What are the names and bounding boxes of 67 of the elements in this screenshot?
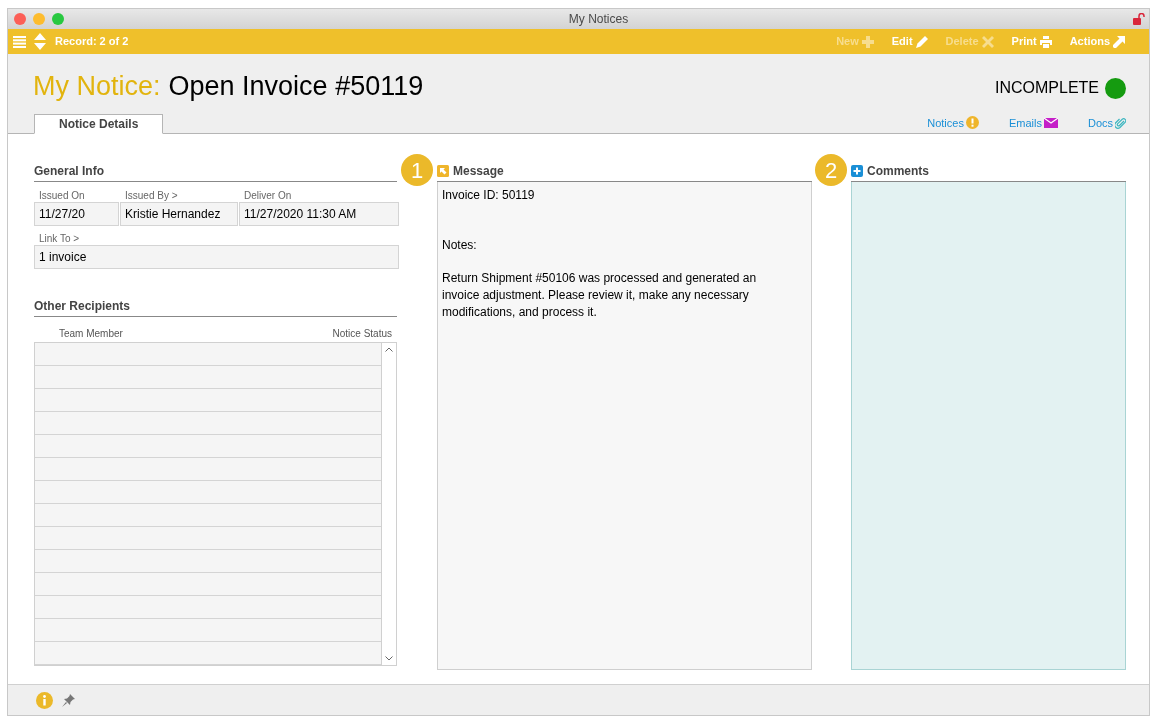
field-label: Deliver On	[243, 189, 293, 202]
input-field[interactable]: Kristie Hernandez	[120, 202, 238, 226]
section-heading: Comments	[867, 163, 929, 180]
printer-icon	[1039, 35, 1052, 48]
arrow-icon	[1113, 35, 1125, 48]
scroll-down-icon[interactable]	[385, 656, 393, 661]
message-text: Notes:	[442, 237, 478, 254]
info-icon[interactable]	[36, 691, 53, 709]
link[interactable]: Docs	[1087, 114, 1126, 131]
status-label: INCOMPLETE	[995, 78, 1099, 98]
toolbar-button[interactable]: Actions	[1069, 33, 1125, 50]
comments-box[interactable]	[851, 182, 1126, 670]
alert-icon	[965, 116, 979, 130]
table-row[interactable]	[35, 550, 381, 573]
scroll-up-icon[interactable]	[385, 347, 393, 352]
minimize-window-button[interactable]	[33, 13, 45, 25]
window-title: My Notices	[568, 11, 629, 28]
column-header: Team Member	[59, 327, 123, 341]
up-down-arrows-icon[interactable]	[34, 33, 46, 50]
plus-icon	[861, 35, 874, 48]
message-text: Return Shipment #50106 was processed and generated an invoice adjustment. Please review it, make any necessary modifications, and process it.	[442, 270, 758, 321]
table-row[interactable]	[35, 412, 381, 435]
table-row[interactable]	[35, 366, 381, 389]
section-heading: Other Recipients	[34, 297, 397, 317]
table-row[interactable]	[35, 527, 381, 550]
zoom-window-button[interactable]	[52, 13, 64, 25]
menu-icon[interactable]	[13, 35, 26, 48]
toolbar-button[interactable]: Print	[1011, 33, 1052, 50]
x-icon	[981, 35, 994, 48]
input-field[interactable]: 11/27/20	[34, 202, 119, 226]
table-row[interactable]	[35, 481, 381, 504]
scrollbar[interactable]	[381, 343, 396, 665]
envelope-icon	[1043, 117, 1058, 128]
padlock-icon	[1133, 13, 1145, 25]
section-heading: General Info	[34, 162, 397, 182]
section-heading: Message	[453, 163, 504, 180]
close-window-button[interactable]	[14, 13, 26, 25]
pin-icon[interactable]	[62, 693, 75, 707]
paperclip-icon	[1115, 116, 1126, 129]
toolbar-button[interactable]: Edit	[891, 33, 928, 50]
input-field[interactable]: 11/27/2020 11:30 AM	[239, 202, 399, 226]
record-type-label: My Notice:	[33, 70, 161, 103]
field-label: Link To >	[38, 232, 81, 245]
table-row[interactable]	[35, 504, 381, 527]
callout-badge: 1	[401, 154, 433, 186]
link[interactable]: Notices	[927, 114, 979, 131]
status-indicator	[1105, 77, 1126, 99]
field-label: Issued On	[38, 189, 86, 202]
input-field[interactable]: 1 invoice	[34, 245, 399, 269]
record-counter: Record: 2 of 2	[55, 34, 129, 50]
table-row[interactable]	[35, 596, 381, 619]
callout-badge: 2	[815, 154, 847, 186]
table-row[interactable]	[35, 458, 381, 481]
expand-icon[interactable]	[437, 165, 449, 177]
link[interactable]: Emails	[1008, 114, 1058, 131]
message-box[interactable]: Invoice ID: 50119 Notes: Return Shipment #50106 was processed and generated an invoice adjustment. Please review it, make any necessary modifications, and process it.	[437, 182, 812, 670]
add-icon[interactable]	[851, 165, 863, 177]
tab[interactable]: Notice Details	[34, 114, 164, 134]
table-row[interactable]	[35, 389, 381, 412]
pencil-icon	[915, 35, 928, 48]
record-title: Open Invoice #50119	[168, 70, 424, 103]
field-label: Issued By >	[124, 189, 179, 202]
table-row[interactable]	[35, 573, 381, 596]
message-text: Invoice ID: 50119	[442, 187, 536, 204]
table-row[interactable]	[35, 435, 381, 458]
table-row[interactable]	[35, 619, 381, 642]
column-header: Notice Status	[332, 327, 392, 341]
